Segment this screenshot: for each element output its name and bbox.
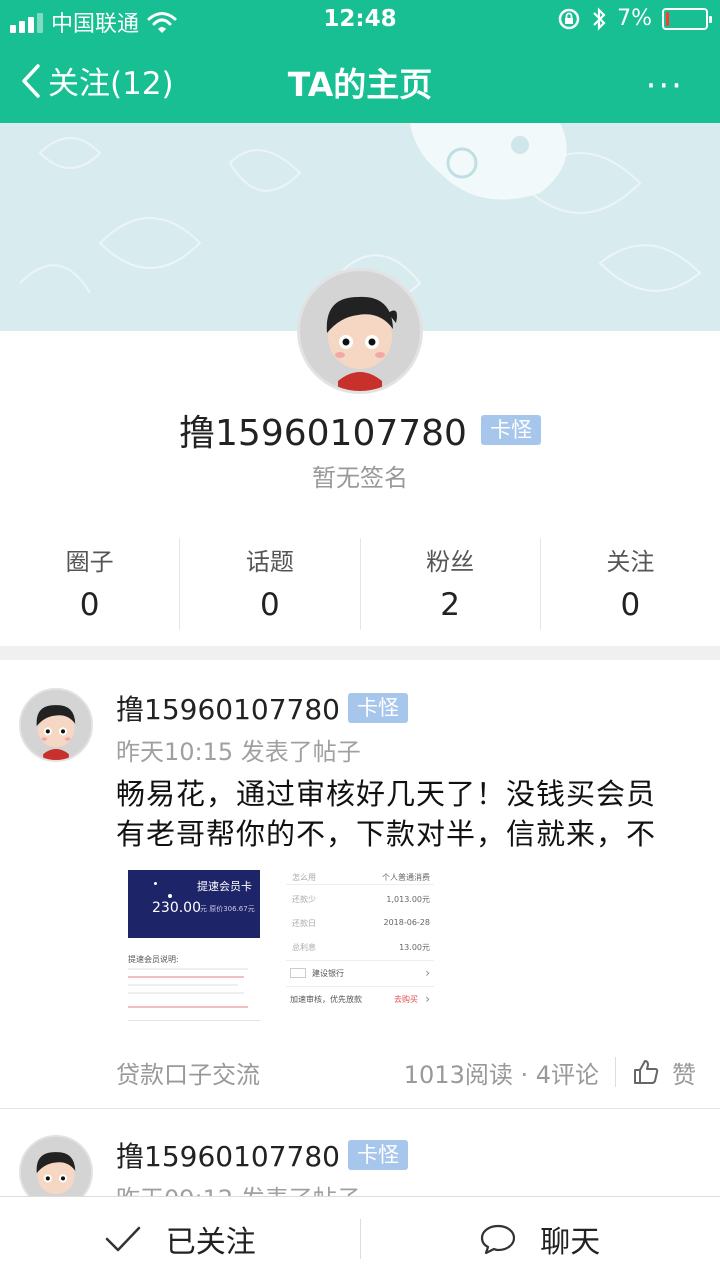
nav-bar: 关注(12) TA的主页 ··· <box>0 40 720 123</box>
profile-name: 撸15960107780 <box>179 413 467 454</box>
status-bar: 中国联通 12:48 7% <box>0 0 720 40</box>
battery-icon <box>662 7 712 30</box>
post-body[interactable]: 畅易花，通过审核好几天了！没钱买会员 有老哥帮你的不，下款对半，信就来，不 <box>116 774 696 854</box>
post-card[interactable]: 撸15960107780 卡怪 昨天09:12 发表了帖子 <box>0 1109 720 1196</box>
stat-value: 0 <box>260 587 280 623</box>
stat-label: 话题 <box>245 548 294 576</box>
stat-value: 0 <box>620 587 641 623</box>
stat-label: 圈子 <box>65 548 114 576</box>
chevron-left-icon <box>22 63 40 98</box>
back-button[interactable]: 关注(12) <box>20 58 174 103</box>
orientation-lock-icon <box>558 8 580 29</box>
post-body-line: 有老哥帮你的不，下款对半，信就来，不 <box>116 817 657 851</box>
stat-following[interactable]: 关注 0 <box>541 538 720 630</box>
bluetooth-icon <box>593 6 606 31</box>
user-tag-badge: 卡怪 <box>347 1140 408 1170</box>
user-tag-badge: 卡怪 <box>347 693 408 723</box>
post-images: 提速会员卡 230.00 元 原价306.67元 提速会员说明: 怎么用 个人普… <box>116 868 556 1028</box>
chat-bubble-icon <box>481 1224 516 1254</box>
section-gap <box>0 646 720 660</box>
chat-label: 聊天 <box>540 1224 601 1260</box>
post-stats: 1013阅读 · 4评论 <box>403 1060 599 1089</box>
more-button[interactable]: ··· <box>646 66 684 106</box>
stat-topics[interactable]: 话题 0 <box>180 538 361 630</box>
user-tag-badge: 卡怪 <box>480 415 541 445</box>
post-author-name[interactable]: 撸15960107780 <box>116 688 340 728</box>
checkmark-icon <box>105 1226 140 1251</box>
stat-fans[interactable]: 粉丝 2 <box>361 538 541 630</box>
profile-stats: 圈子 0 话题 0 粉丝 2 关注 0 <box>0 538 720 630</box>
stat-value: 2 <box>440 587 460 623</box>
footer-divider <box>615 1057 616 1087</box>
post-author-row: 撸15960107780 卡怪 <box>116 1135 408 1175</box>
like-label: 赞 <box>672 1060 696 1089</box>
post-image-2[interactable]: 怎么用 个人普通消费 还款少 1,013.00元 还款日 2018-06-28 … <box>286 868 434 1026</box>
profile-signature: 暂无签名 <box>312 464 408 492</box>
profile-name-row: 撸15960107780 卡怪 <box>0 404 720 456</box>
stat-label: 粉丝 <box>426 548 475 576</box>
stat-circles[interactable]: 圈子 0 <box>0 538 181 630</box>
thumbs-up-icon <box>634 1060 659 1084</box>
post-author-row: 撸15960107780 卡怪 <box>116 688 408 728</box>
post-avatar[interactable] <box>19 1135 93 1196</box>
post-meta: 昨天09:12 发表了帖子 <box>116 1179 361 1196</box>
post-meta: 昨天10:15 发表了帖子 <box>116 738 361 766</box>
post-body-line: 畅易花，通过审核好几天了！没钱买会员 <box>116 777 657 811</box>
stat-label: 关注 <box>606 548 655 576</box>
follow-button[interactable]: 已关注 <box>0 1197 360 1280</box>
like-button[interactable]: 赞 <box>632 1055 696 1090</box>
post-footer: 贷款口子交流 1013阅读 · 4评论 赞 <box>116 1052 696 1092</box>
back-label: 关注(12) <box>48 66 174 102</box>
post-author-name[interactable]: 撸15960107780 <box>116 1135 340 1175</box>
profile-avatar[interactable] <box>297 268 423 394</box>
post-image-1[interactable]: 提速会员卡 230.00 元 原价306.67元 提速会员说明: <box>116 868 266 1026</box>
bottom-action-bar: 已关注 聊天 <box>0 1196 720 1280</box>
post-avatar[interactable] <box>19 688 93 762</box>
member-card: 提速会员卡 230.00 元 原价306.67元 <box>128 870 260 938</box>
chat-button[interactable]: 聊天 <box>361 1197 720 1280</box>
battery-percent: 7% <box>617 6 652 31</box>
follow-label: 已关注 <box>165 1224 256 1260</box>
post-category[interactable]: 贷款口子交流 <box>116 1055 404 1090</box>
stat-value: 0 <box>79 587 100 623</box>
post-card[interactable]: 撸15960107780 卡怪 昨天10:15 发表了帖子 畅易花，通过审核好几… <box>0 660 720 1108</box>
